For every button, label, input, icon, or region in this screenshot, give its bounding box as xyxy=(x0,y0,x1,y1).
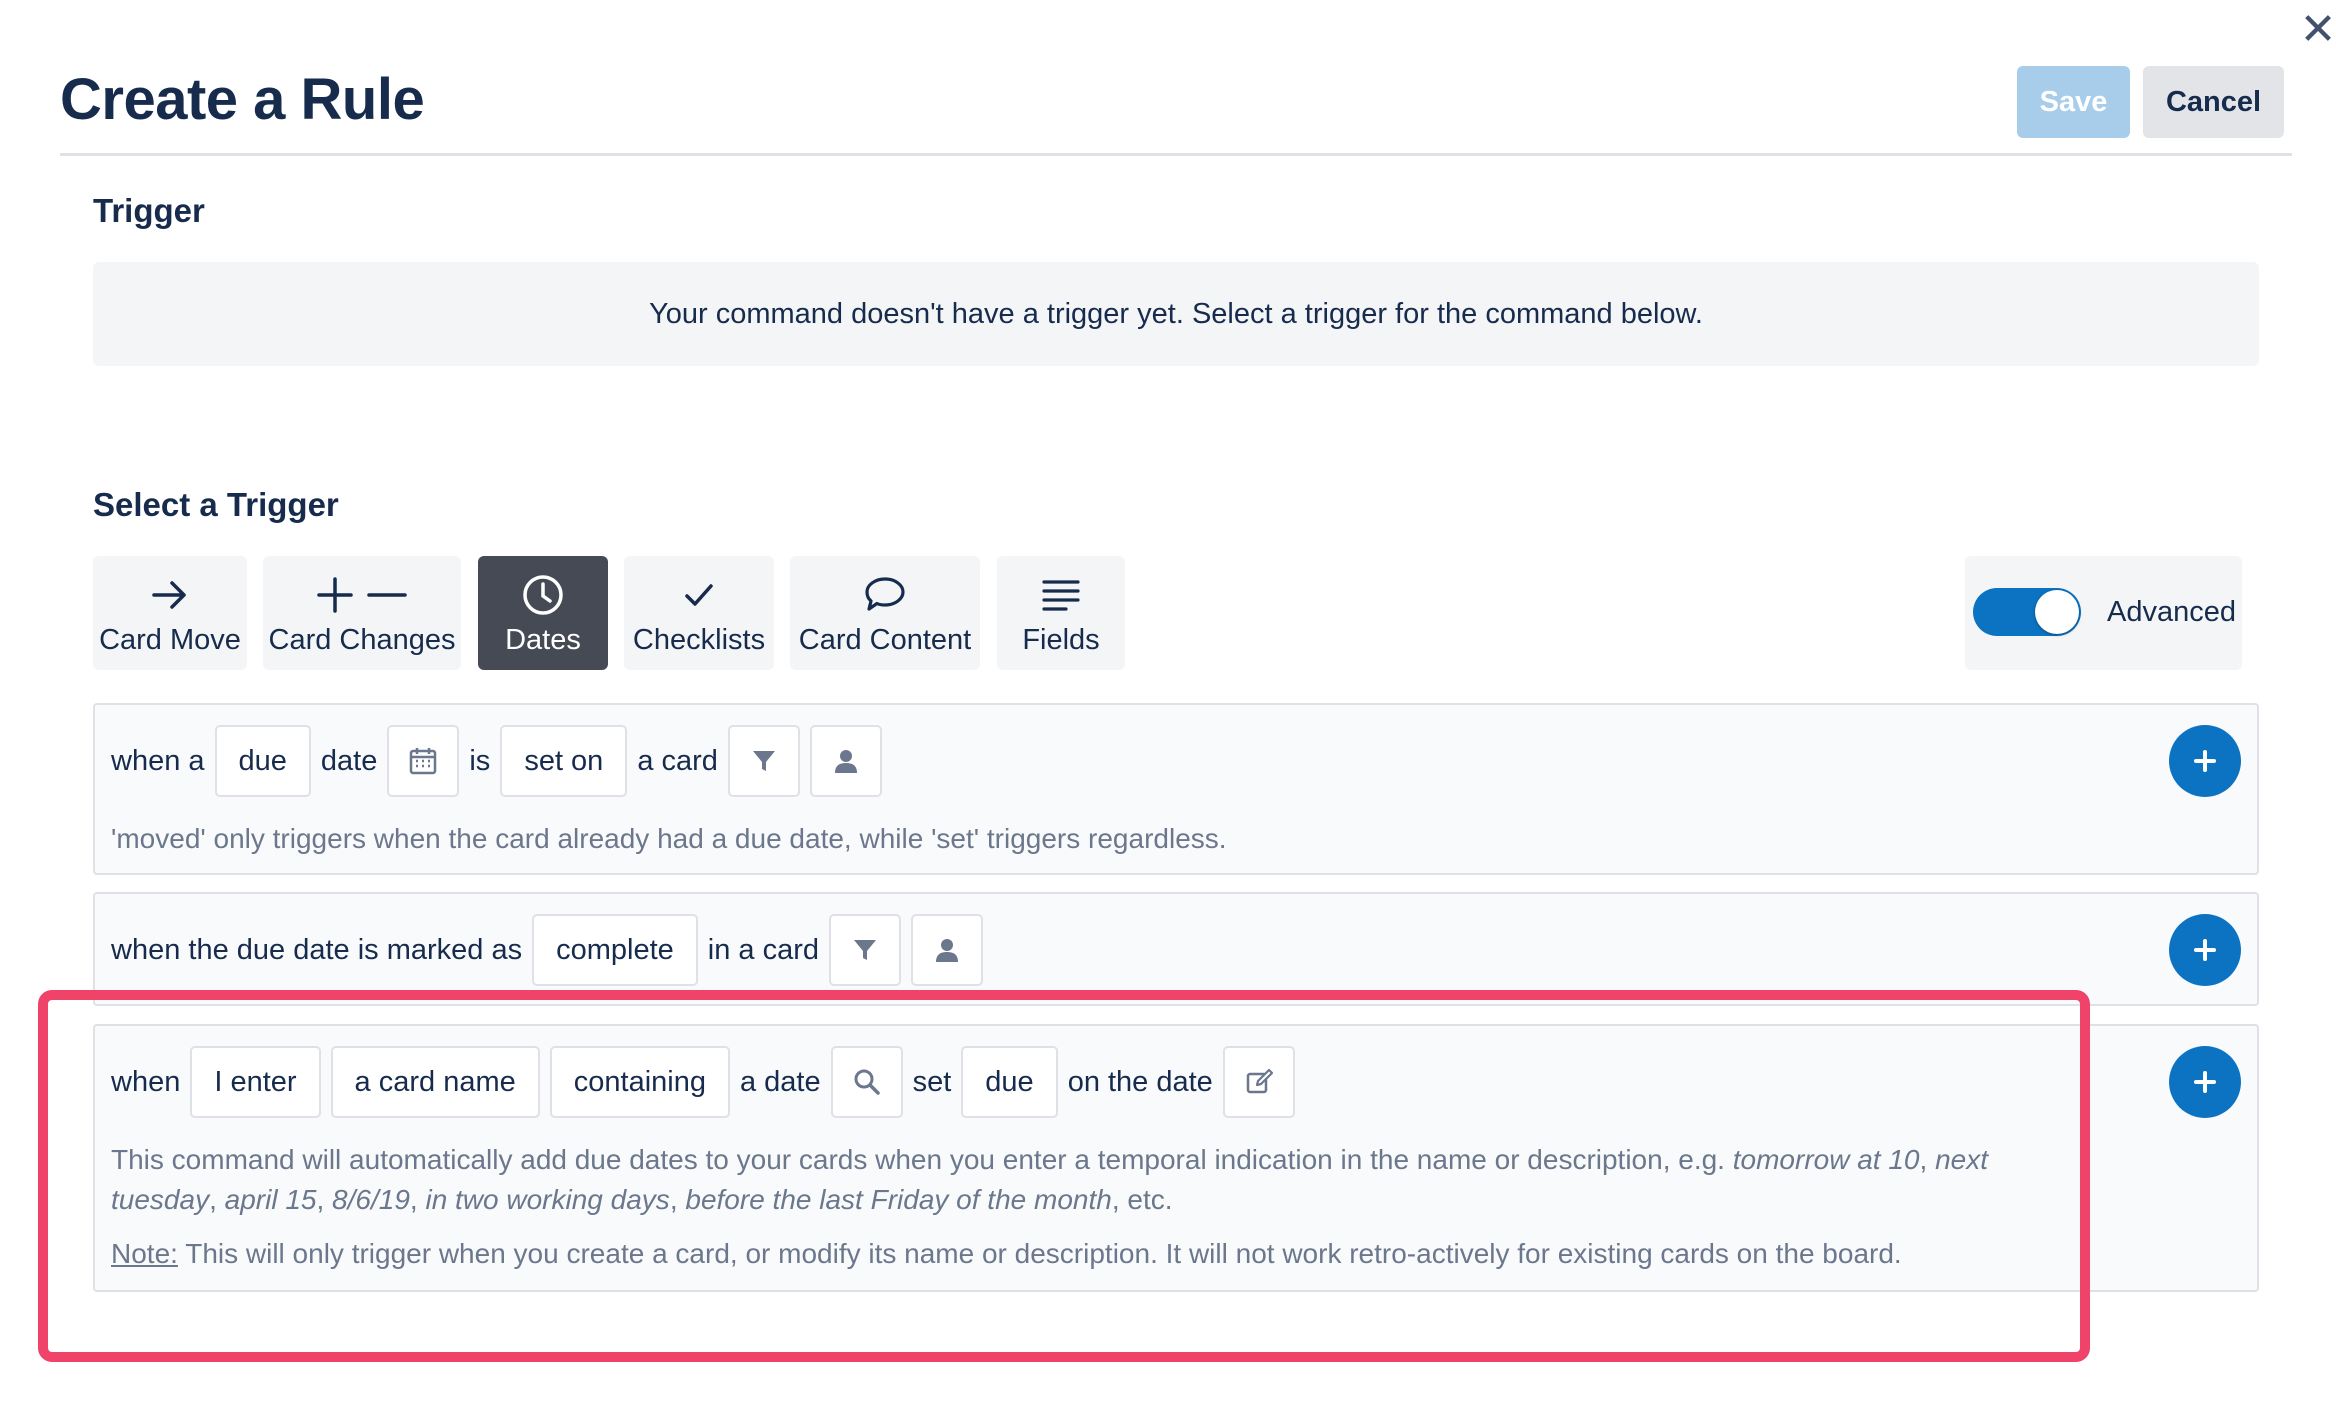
cancel-button[interactable]: Cancel xyxy=(2143,66,2284,138)
field-select[interactable]: a card name xyxy=(330,1046,540,1118)
clock-icon xyxy=(522,570,564,620)
plus-minus-icon xyxy=(317,570,407,620)
arrow-right-icon xyxy=(150,570,190,620)
tab-label: Dates xyxy=(505,623,581,656)
speech-bubble-icon xyxy=(863,570,907,620)
trigger-option-date-in-name: when I enter a card name containing a da… xyxy=(93,1024,2259,1292)
filter-button[interactable] xyxy=(727,725,800,797)
tab-label: Fields xyxy=(1022,623,1100,656)
trigger-sentence: when I enter a card name containing a da… xyxy=(111,1046,1295,1118)
filter-button[interactable] xyxy=(829,914,901,986)
advanced-label: Advanced xyxy=(2107,596,2236,628)
tab-card-changes[interactable]: Card Changes xyxy=(263,556,461,670)
toggle-knob xyxy=(2035,590,2079,634)
date-action-select[interactable]: set on xyxy=(500,725,628,797)
completion-select[interactable]: complete xyxy=(532,914,698,986)
plus-icon xyxy=(2194,750,2216,772)
match-select[interactable]: containing xyxy=(549,1046,730,1118)
advanced-toggle-group: Advanced xyxy=(1965,556,2242,670)
trigger-sentence: when the due date is marked as complete … xyxy=(111,914,983,986)
tab-checklists[interactable]: Checklists xyxy=(624,556,774,670)
static-text: when xyxy=(111,1065,181,1098)
static-text: in a card xyxy=(707,933,819,966)
static-text: a card xyxy=(637,744,718,777)
trigger-hint: 'moved' only triggers when the card alre… xyxy=(111,823,1227,854)
note-label: Note: xyxy=(111,1238,178,1269)
static-text: when the due date is marked as xyxy=(111,933,523,966)
actor-select[interactable]: I enter xyxy=(190,1046,321,1118)
tab-card-content[interactable]: Card Content xyxy=(790,556,980,670)
check-icon xyxy=(682,570,716,620)
calendar-button[interactable] xyxy=(387,725,460,797)
add-trigger-button[interactable] xyxy=(2169,1046,2241,1118)
static-text: date xyxy=(320,744,378,777)
user-button[interactable] xyxy=(911,914,983,986)
tab-label: Checklists xyxy=(632,623,766,656)
add-trigger-button[interactable] xyxy=(2169,914,2241,986)
plus-icon xyxy=(2194,1071,2216,1093)
edit-icon xyxy=(1246,1068,1273,1094)
trigger-note: Note: This will only trigger when you cr… xyxy=(111,1238,1902,1269)
user-icon xyxy=(936,939,958,962)
filter-icon xyxy=(752,751,775,771)
filter-icon xyxy=(854,940,876,960)
static-text: a date xyxy=(739,1065,821,1098)
edit-button[interactable] xyxy=(1222,1046,1295,1118)
trigger-option-due-complete: when the due date is marked as complete … xyxy=(93,892,2259,1006)
plus-icon xyxy=(2194,939,2216,961)
calendar-icon xyxy=(410,748,437,775)
user-button[interactable] xyxy=(809,725,882,797)
tab-label: Card Content xyxy=(798,623,972,656)
trigger-heading: Trigger xyxy=(93,192,205,229)
trigger-notice: Your command doesn't have a trigger yet.… xyxy=(93,262,2259,366)
page-title: Create a Rule xyxy=(60,67,425,132)
static-text: when a xyxy=(111,744,205,777)
search-button[interactable] xyxy=(830,1046,903,1118)
tab-card-move[interactable]: Card Move xyxy=(93,556,247,670)
trigger-sentence: when a due date is set on a card xyxy=(111,725,882,797)
dialog-header: Create a Rule Save Cancel xyxy=(60,0,2292,156)
trigger-option-due-date-set: when a due date is set on a card 'moved'… xyxy=(93,703,2259,875)
user-icon xyxy=(834,750,857,773)
tab-dates[interactable]: Dates xyxy=(478,556,608,670)
select-trigger-heading: Select a Trigger xyxy=(93,486,339,523)
lines-icon xyxy=(1042,570,1080,620)
close-icon[interactable]: ✕ xyxy=(2296,8,2336,52)
static-text: set xyxy=(912,1065,952,1098)
static-text: on the date xyxy=(1067,1065,1213,1098)
search-icon xyxy=(854,1069,880,1095)
date-type-select[interactable]: due xyxy=(961,1046,1058,1118)
tab-label: Card Move xyxy=(99,623,241,656)
static-text: is xyxy=(469,744,491,777)
tab-fields[interactable]: Fields xyxy=(997,556,1125,670)
advanced-toggle[interactable] xyxy=(1973,588,2081,636)
tab-label: Card Changes xyxy=(268,623,456,656)
date-type-select[interactable]: due xyxy=(214,725,311,797)
save-button[interactable]: Save xyxy=(2017,66,2130,138)
trigger-hint: This command will automatically add due … xyxy=(111,1144,1988,1215)
add-trigger-button[interactable] xyxy=(2169,725,2241,797)
